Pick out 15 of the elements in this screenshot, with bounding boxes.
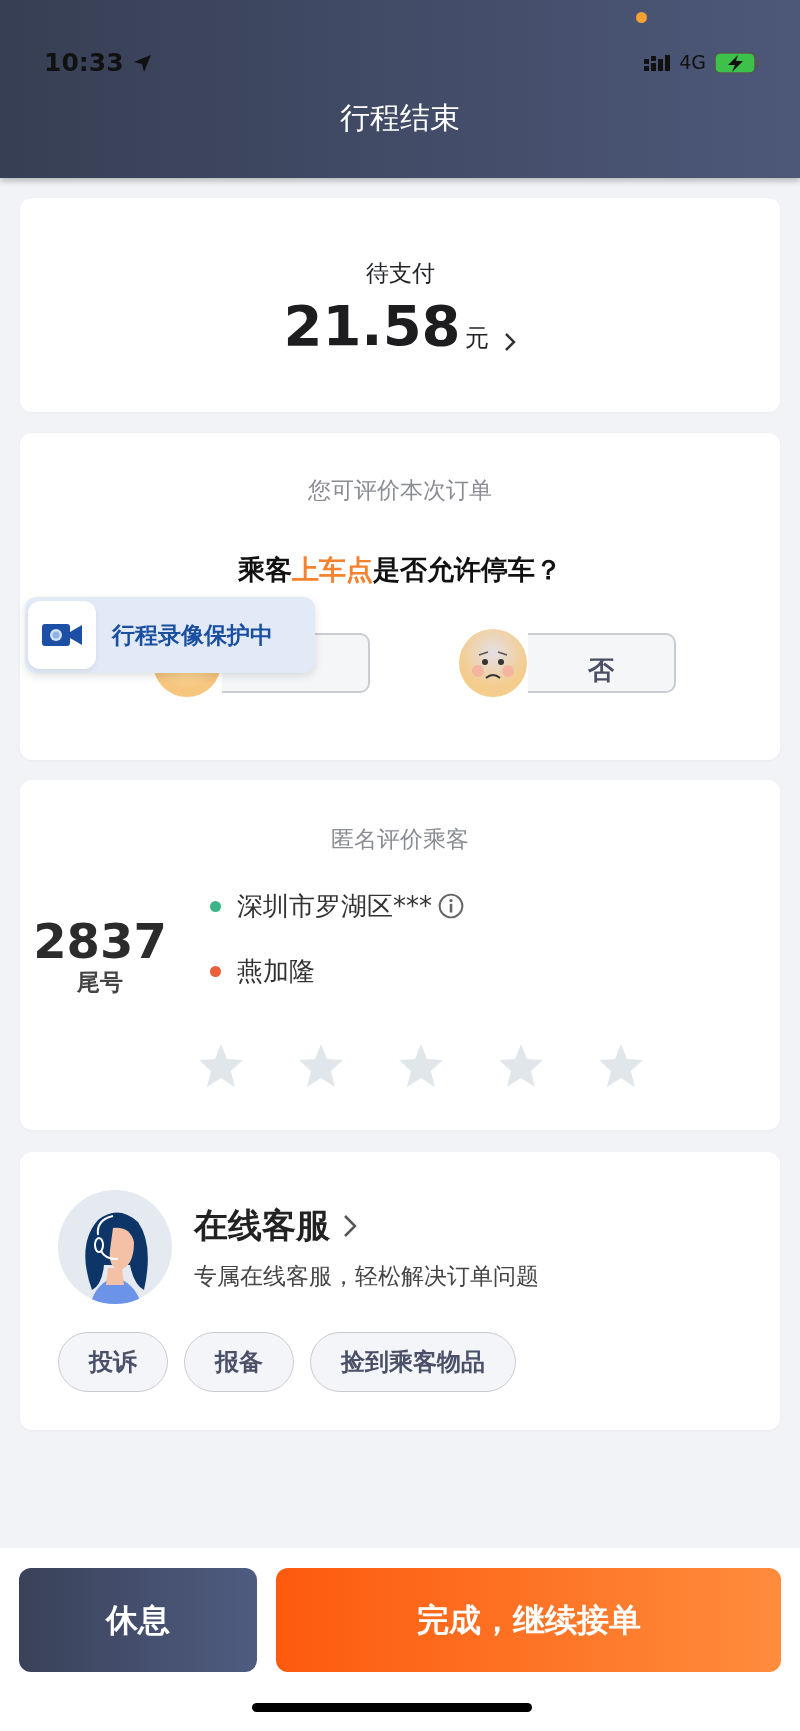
passenger-detail: 燕加隆: [237, 954, 315, 988]
tail-number-label: 尾号: [77, 967, 123, 997]
recording-notice-text: 行程录像保护中: [112, 620, 273, 650]
rating-prompt: 您可评价本次订单: [308, 476, 492, 505]
network-label: 4G: [679, 50, 706, 76]
passenger-detail: 深圳市罗湖区***: [237, 889, 432, 923]
support-description: 专属在线客服，轻松解决订单问题: [194, 1262, 539, 1292]
payment-label: 待支付: [365, 258, 435, 288]
amount-value: 21.58: [283, 298, 461, 355]
clock-time: 10:33: [44, 46, 124, 79]
passenger-rating-title: 匿名评价乘客: [330, 825, 470, 854]
page-title: 行程结束: [339, 99, 461, 137]
tail-number: 2837: [33, 916, 167, 965]
currency-unit: 元: [464, 323, 489, 355]
parking-question: 乘客上车点是否允许停车？: [238, 552, 562, 587]
